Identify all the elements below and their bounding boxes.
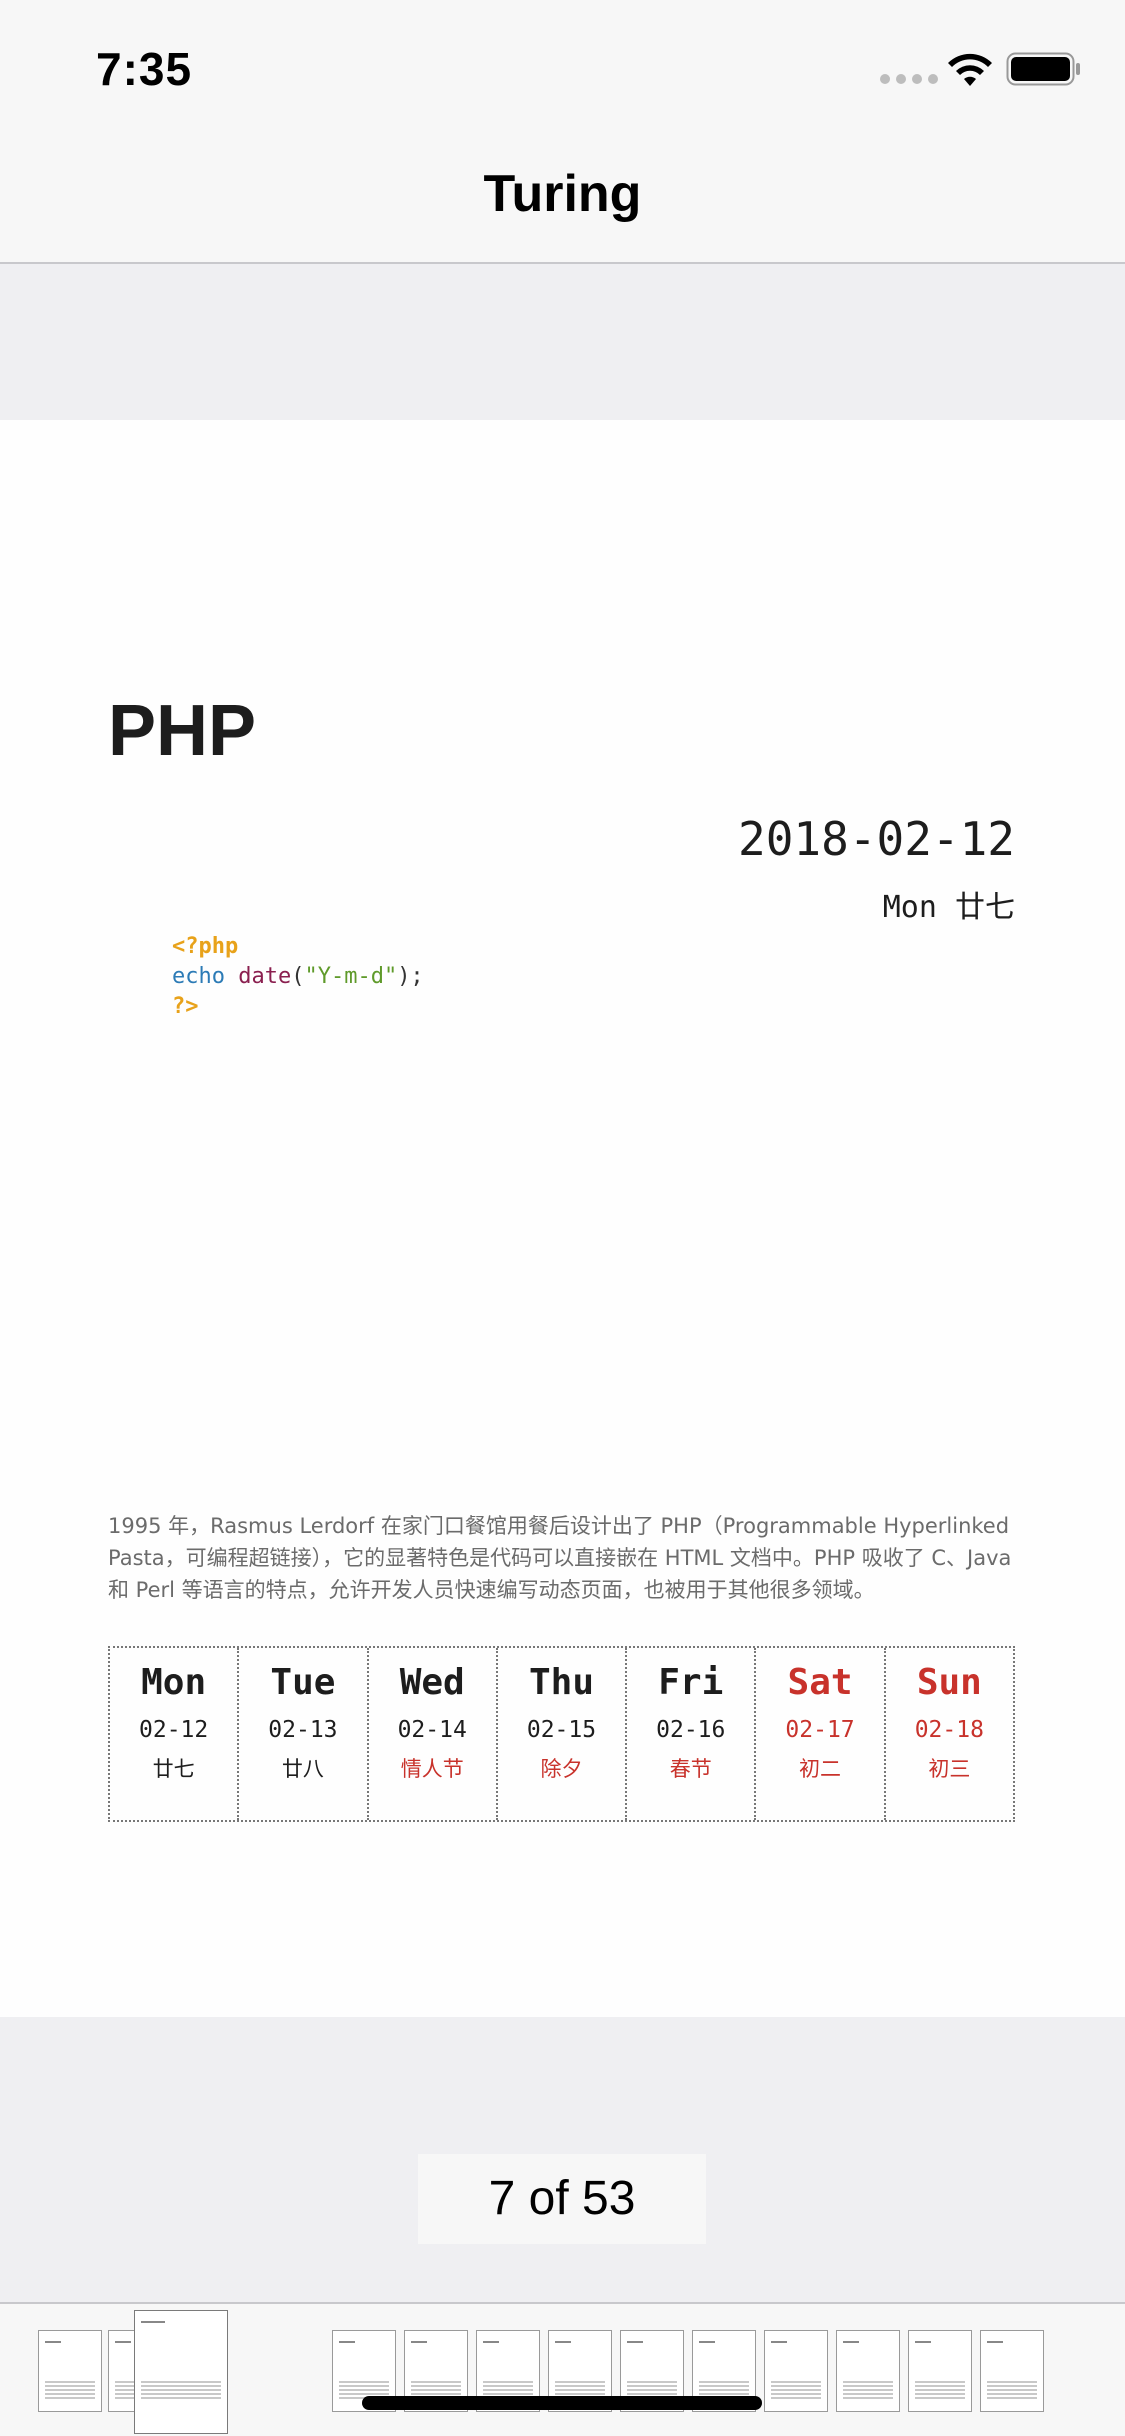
- day-cell: Thu 02-15 除夕: [498, 1648, 628, 1820]
- page-thumbnail[interactable]: [980, 2330, 1044, 2412]
- page-counter: 7 of 53: [418, 2154, 706, 2244]
- day-cell: Fri 02-16 春节: [627, 1648, 757, 1820]
- page-date: 2018-02-12: [738, 812, 1015, 866]
- page-thumbnail[interactable]: [836, 2330, 900, 2412]
- page-description: 1995 年，Rasmus Lerdorf 在家门口餐馆用餐后设计出了 PHP（…: [108, 1514, 1012, 1602]
- day-lunar: 廿八: [281, 1757, 324, 1781]
- day-name: Thu: [528, 1662, 594, 1703]
- day-name: Mon: [141, 1662, 207, 1703]
- day-lunar: 初二: [799, 1757, 842, 1781]
- day-date: 02-13: [268, 1717, 338, 1743]
- navigation-bar: Turing: [0, 132, 1125, 264]
- code-open-paren: (: [291, 964, 305, 989]
- code-open-tag: <?php: [172, 934, 239, 959]
- day-lunar: 情人节: [400, 1757, 464, 1781]
- day-lunar: 除夕: [540, 1757, 583, 1781]
- day-name: Sun: [916, 1662, 982, 1703]
- code-close-tag: ?>: [172, 994, 199, 1019]
- nav-title: Turing: [483, 165, 642, 223]
- document-page[interactable]: PHP 2018-02-12 Mon 廿七 <?php echo date("Y…: [0, 420, 1125, 2017]
- cellular-signal-icon: [880, 74, 938, 84]
- day-name: Wed: [399, 1662, 465, 1703]
- day-cell: Tue 02-13 廿八: [239, 1648, 369, 1820]
- page-title: PHP: [108, 691, 257, 771]
- page-thumbnail-strip[interactable]: [0, 2302, 1125, 2436]
- code-close: );: [397, 964, 424, 989]
- day-date: 02-18: [914, 1717, 984, 1743]
- day-date: 02-12: [139, 1717, 209, 1743]
- day-date: 02-16: [656, 1717, 726, 1743]
- code-echo-keyword: echo: [172, 964, 225, 989]
- day-cell: Sun 02-18 初三: [886, 1648, 1013, 1820]
- code-string-arg: "Y-m-d": [304, 964, 398, 989]
- wifi-icon: [948, 53, 992, 86]
- day-cell: Mon 02-12 廿七: [110, 1648, 240, 1820]
- day-date: 02-17: [785, 1717, 855, 1743]
- day-date: 02-14: [397, 1717, 467, 1743]
- status-bar: 7:35: [0, 0, 1125, 132]
- page-thumbnail[interactable]: [908, 2330, 972, 2412]
- day-lunar: 春节: [669, 1757, 712, 1781]
- code-function-name: date: [238, 964, 292, 989]
- status-time: 7:35: [96, 43, 193, 95]
- page-thumbnail[interactable]: [38, 2330, 102, 2412]
- day-name: Fri: [658, 1662, 724, 1703]
- day-lunar: 初三: [928, 1757, 971, 1781]
- day-date: 02-15: [526, 1717, 597, 1743]
- week-calendar: Mon 02-12 廿七 Tue 02-13 廿八 Wed 02-14 情人节 …: [108, 1646, 1015, 1822]
- page-weekday-lunar: Mon 廿七: [882, 890, 1015, 925]
- day-cell: Sat 02-17 初二: [756, 1648, 886, 1820]
- page-thumbnail[interactable]: [764, 2330, 828, 2412]
- code-snippet: <?php echo date("Y-m-d"); ?>: [172, 932, 424, 1022]
- day-name: Tue: [270, 1662, 336, 1703]
- day-cell: Wed 02-14 情人节: [369, 1648, 498, 1820]
- battery-icon: [1006, 52, 1080, 86]
- home-indicator[interactable]: [362, 2396, 762, 2410]
- day-name: Sat: [787, 1662, 853, 1703]
- thumbnail-current[interactable]: [134, 2310, 228, 2434]
- app-screen: 7:35 Turing PHP 2018-02-12 Mon 廿七 <?php …: [0, 0, 1125, 2436]
- day-lunar: 廿七: [152, 1757, 195, 1781]
